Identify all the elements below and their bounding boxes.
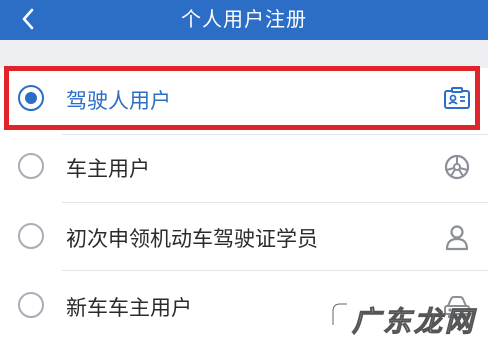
option-driver-user[interactable]: 驾驶人用户 [0,66,488,132]
option-label: 驾驶人用户 [66,89,171,113]
radio-button[interactable] [18,153,44,179]
radio-button[interactable] [18,292,44,318]
row-divider [62,270,488,271]
header-bar: 个人用户注册 [0,0,488,40]
page-title: 个人用户注册 [181,7,307,31]
id-card-icon [442,84,472,114]
radio-button-checked[interactable] [18,85,44,111]
steering-wheel-icon [442,152,472,182]
radio-button[interactable] [18,223,44,249]
option-label: 车主用户 [66,157,150,181]
person-icon [442,222,472,252]
watermark-text: 广东龙网 [352,305,477,339]
watermark-logo-icon [330,301,350,331]
option-vehicle-owner[interactable]: 车主用户 [0,134,488,200]
option-label: 新车车主用户 [66,296,192,320]
option-label: 初次申领机动车驾驶证学员 [66,227,318,251]
section-gap [0,40,488,68]
row-divider [62,202,488,203]
option-first-license-student[interactable]: 初次申领机动车驾驶证学员 [0,204,488,270]
